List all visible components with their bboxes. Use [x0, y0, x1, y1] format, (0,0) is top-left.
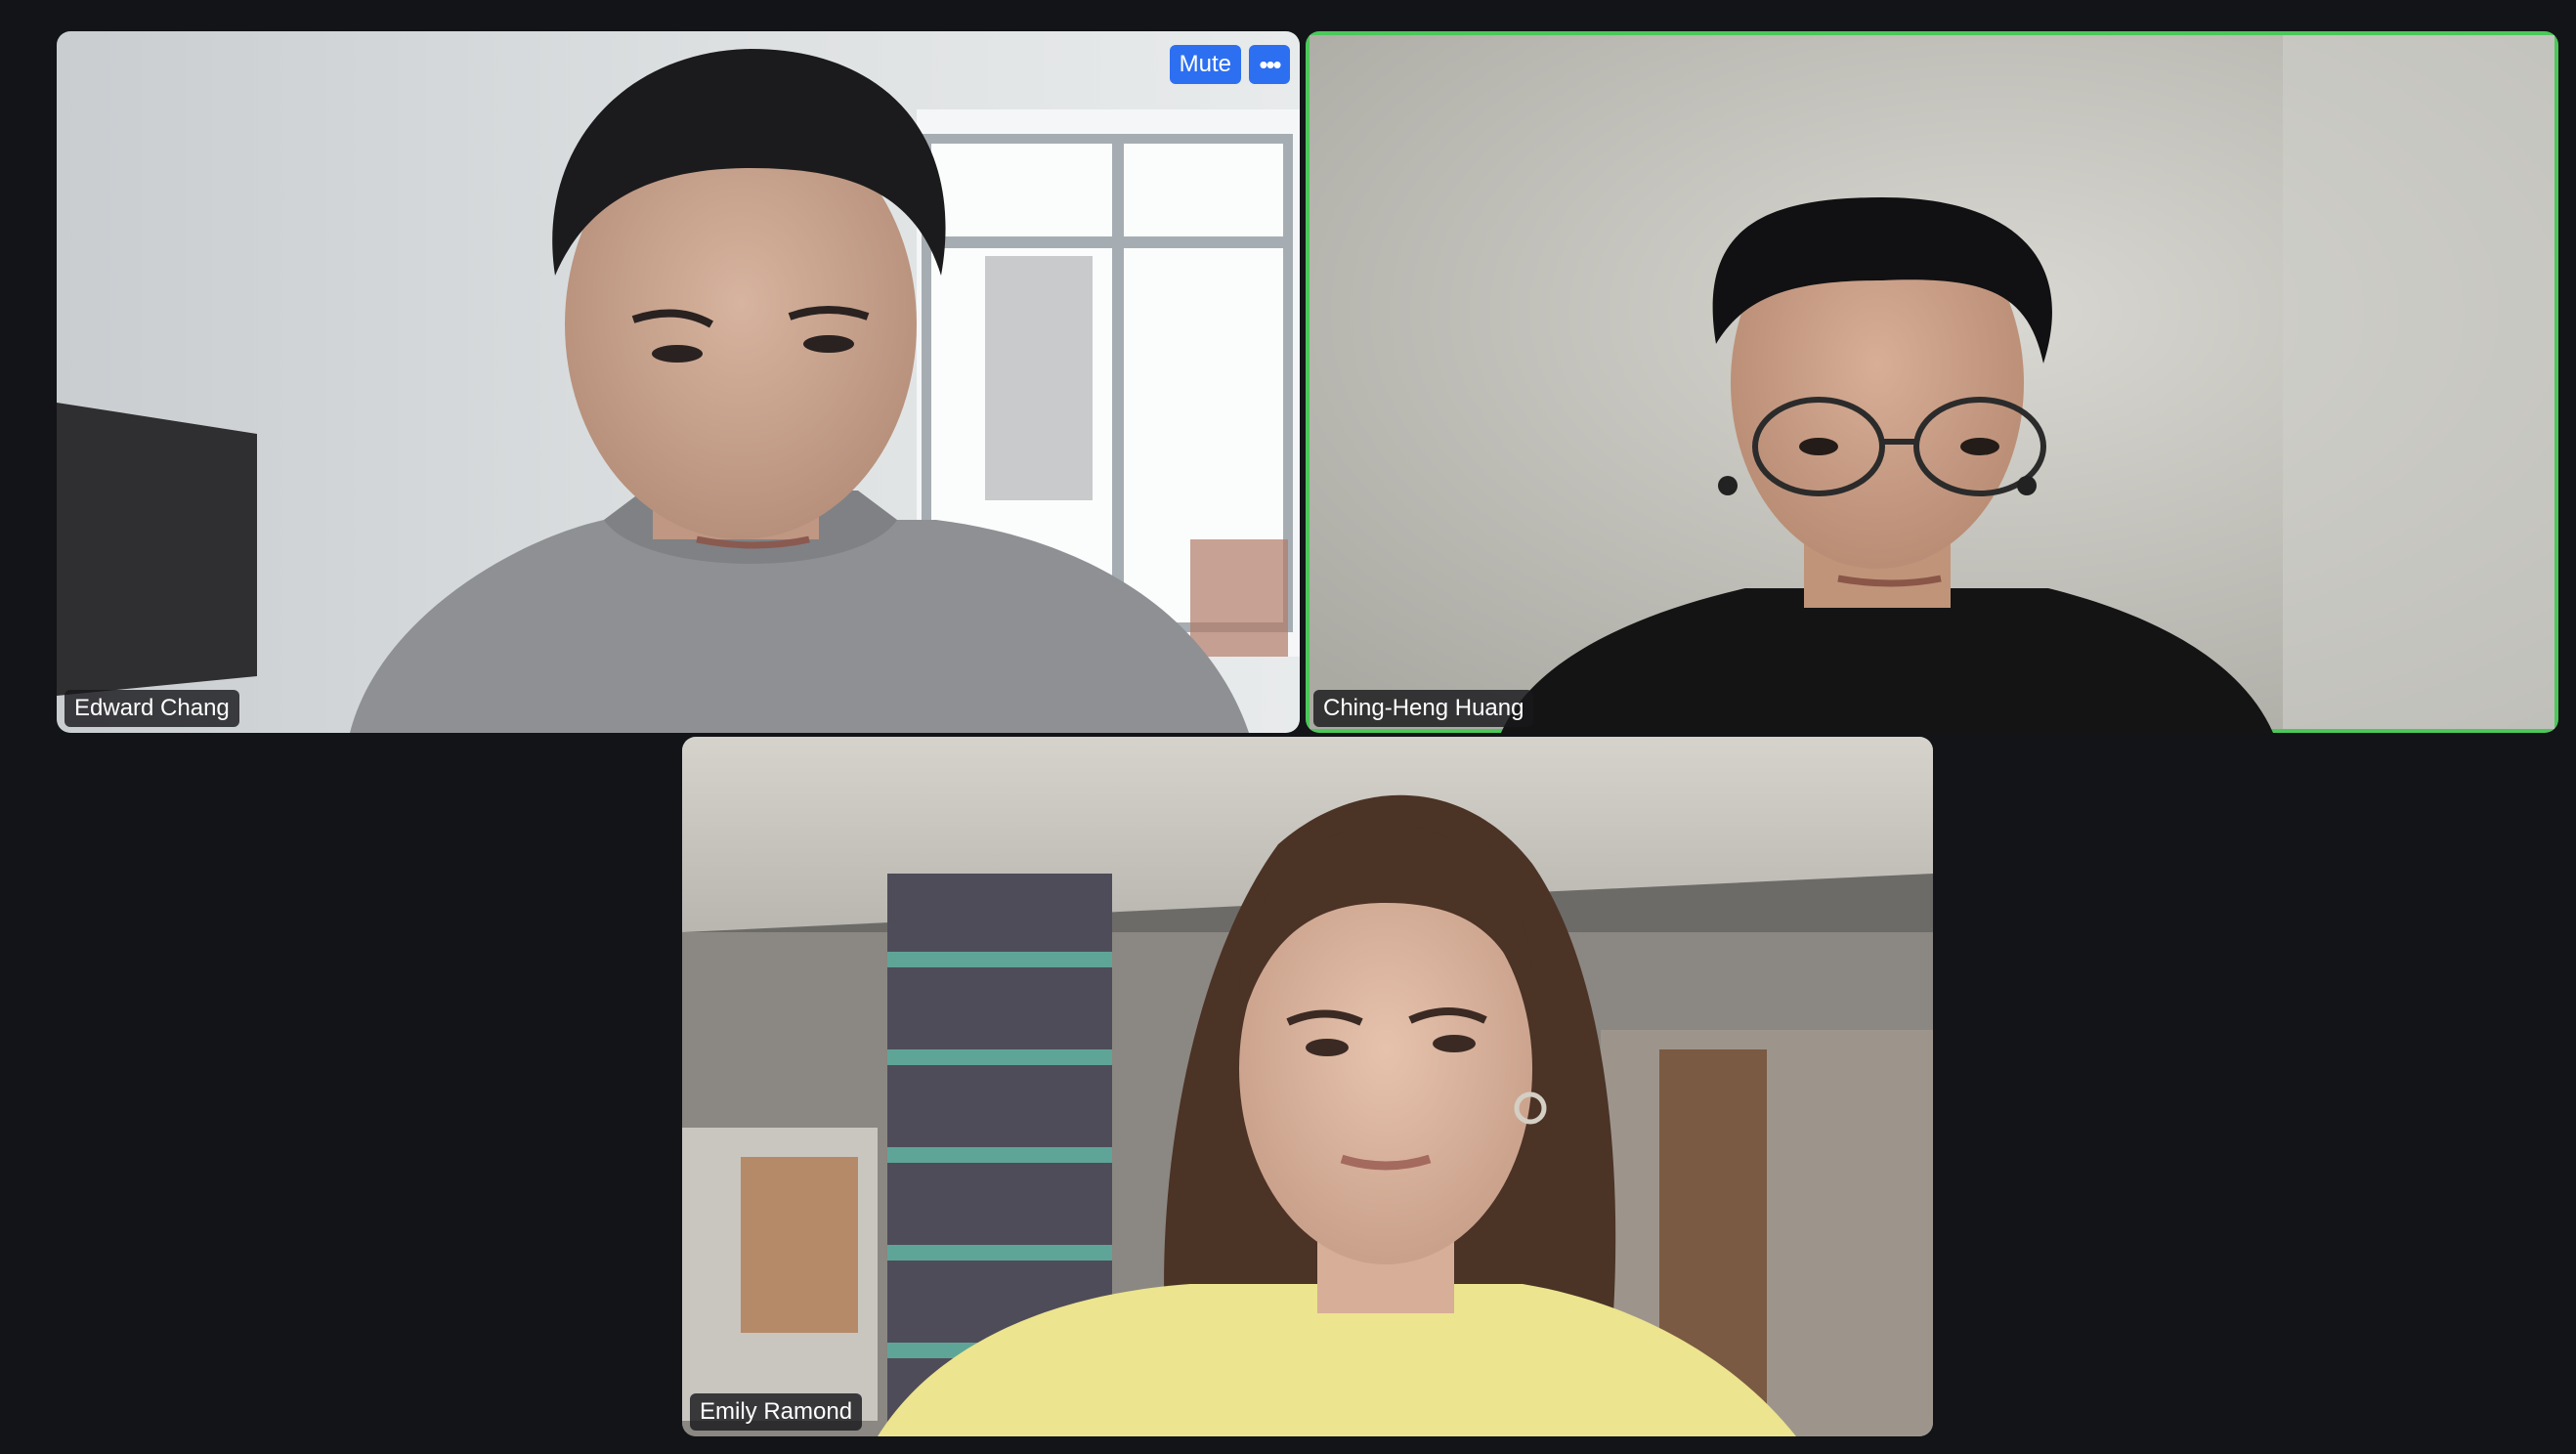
tile-controls: Mute •••	[1169, 45, 1290, 84]
participant-tile-emily-ramond[interactable]: Emily Ramond	[682, 737, 1933, 1436]
participant-video	[57, 31, 1300, 733]
more-options-icon[interactable]: •••	[1249, 45, 1290, 84]
participant-name-label: Edward Chang	[64, 690, 239, 727]
participant-name-label: Emily Ramond	[690, 1393, 863, 1431]
participant-tile-ching-heng-huang[interactable]: Ching-Heng Huang	[1306, 31, 2558, 733]
participant-video	[682, 737, 1933, 1436]
participant-tile-edward-chang[interactable]: Mute ••• Edward Chang	[57, 31, 1300, 733]
participant-name-label: Ching-Heng Huang	[1313, 690, 1534, 727]
mute-button[interactable]: Mute	[1169, 45, 1241, 84]
participant-video	[1309, 35, 2555, 733]
video-gallery: Mute ••• Edward Chang Ching-Heng Huang E…	[0, 0, 2576, 1454]
